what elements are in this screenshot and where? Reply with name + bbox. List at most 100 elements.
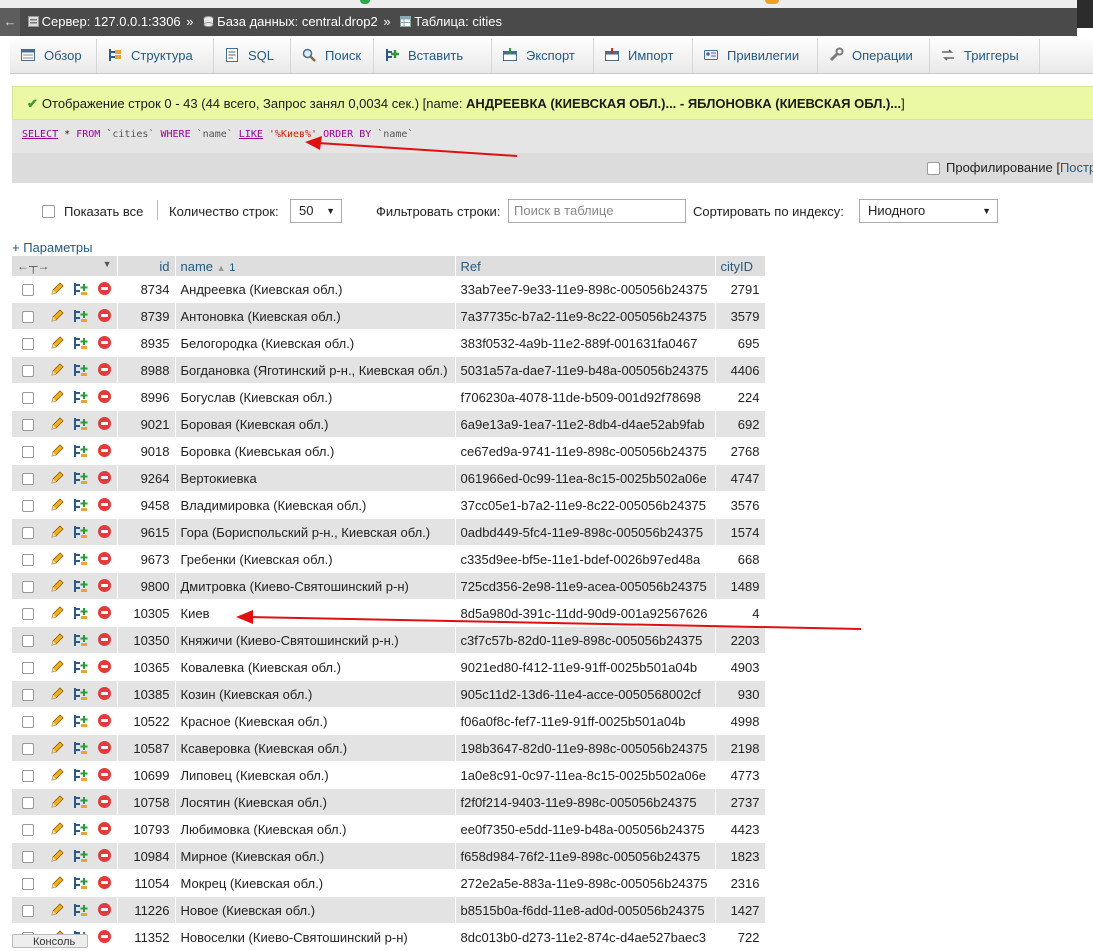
column-header-id[interactable]: id [117,256,176,276]
table-row[interactable]: 8996 Богуслав (Киевская обл.) f706230a-407… [12,383,766,411]
profiling-link[interactable]: Постр [1060,160,1093,175]
sql-keyword[interactable]: LIKE [239,129,263,140]
delete-row-icon[interactable] [98,714,111,727]
cell-ref[interactable]: 33ab7ee7-9e33-11e9-898c-005056b24375 [455,276,716,303]
cell-id[interactable]: 9615 [117,518,176,546]
cell-ref[interactable]: 9021ed80-f412-11e9-91ff-0025b501a04b [455,653,716,681]
table-row[interactable]: 10350 Княжичи (Киево-Святошинский р-н.) c3… [12,626,766,654]
tab-browse[interactable]: Обзор [10,39,97,73]
table-row[interactable]: 10793 Любимовка (Киевская обл.) ee0f7350-e… [12,815,766,843]
copy-row-icon[interactable] [73,822,89,836]
cell-ref[interactable]: f706230a-4078-11de-b509-001d92f78698 [455,383,716,411]
edit-pencil-icon[interactable] [49,767,65,783]
edit-pencil-icon[interactable] [49,308,65,324]
edit-pencil-icon[interactable] [49,740,65,756]
cell-name[interactable]: Козин (Киевская обл.) [175,680,456,708]
copy-row-icon[interactable] [73,579,89,593]
cell-name[interactable]: Княжичи (Киево-Святошинский р-н.) [175,626,456,654]
row-checkbox[interactable] [22,824,34,836]
row-checkbox[interactable] [22,662,34,674]
copy-row-icon[interactable] [73,849,89,863]
cell-name[interactable]: Новоселки (Киево-Святошинский р-н) [175,923,456,951]
cell-ref[interactable]: ce67ed9a-9741-11e9-898c-005056b24375 [455,437,716,465]
cell-ref[interactable]: 383f0532-4a9b-11e2-889f-001631fa0467 [455,329,716,357]
cell-ref[interactable]: f2f0f214-9403-11e9-898c-005056b24375 [455,788,716,816]
cell-name[interactable]: Боровка (Киевськая обл.) [175,437,456,465]
delete-row-icon[interactable] [98,309,111,322]
copy-row-icon[interactable] [73,660,89,674]
row-checkbox[interactable] [22,527,34,539]
edit-pencil-icon[interactable] [49,416,65,432]
row-checkbox[interactable] [22,473,34,485]
copy-row-icon[interactable] [73,768,89,782]
table-row[interactable]: 10984 Мирное (Киевская обл.) f658d984-76f2… [12,842,766,870]
table-row[interactable]: 10305 Киев 8d5a980d-391c-11dd-90d9-001a925… [12,599,766,627]
table-row[interactable]: 9458 Владимировка (Киевская обл.) 37cc05e1… [12,491,766,519]
column-resize-handle[interactable]: ←┬→ ▼ [12,256,118,276]
row-checkbox[interactable] [22,716,34,728]
delete-row-icon[interactable] [98,417,111,430]
tab-export[interactable]: Экспорт [492,39,594,73]
sql-query[interactable]: SELECT * FROM `cities` WHERE `name` LIKE… [12,120,1093,153]
table-row[interactable]: 10758 Лосятин (Киевская обл.) f2f0f214-940… [12,788,766,816]
cell-cityid[interactable]: 4903 [715,653,766,681]
cell-cityid[interactable]: 2316 [715,869,766,897]
row-checkbox[interactable] [22,365,34,377]
table-row[interactable]: 9800 Дмитровка (Киево-Святошинский р-н) 72… [12,572,766,600]
cell-id[interactable]: 10793 [117,815,176,843]
table-row[interactable]: 11352 Новоселки (Киево-Святошинский р-н) 8… [12,923,766,951]
cell-cityid[interactable]: 2768 [715,437,766,465]
cell-id[interactable]: 10699 [117,761,176,789]
cell-cityid[interactable]: 4406 [715,356,766,384]
cell-name[interactable]: Богдановка (Яготинский р-н., Киевская об… [175,356,456,384]
sql-keyword[interactable]: SELECT [22,129,58,140]
table-row[interactable]: 9673 Гребенки (Киевская обл.) c335d9ee-bf5… [12,545,766,573]
cell-id[interactable]: 9021 [117,410,176,438]
delete-row-icon[interactable] [98,579,111,592]
cell-id[interactable]: 8739 [117,302,176,330]
delete-row-icon[interactable] [98,444,111,457]
tab-import[interactable]: Импорт [594,39,693,73]
edit-pencil-icon[interactable] [49,659,65,675]
cell-name[interactable]: Новое (Киевская обл.) [175,896,456,924]
copy-row-icon[interactable] [73,390,89,404]
table-row[interactable]: 10522 Красное (Киевская обл.) f06a0f8c-fef… [12,707,766,735]
copy-row-icon[interactable] [73,471,89,485]
cell-name[interactable]: Лосятин (Киевская обл.) [175,788,456,816]
delete-row-icon[interactable] [98,822,111,835]
row-checkbox[interactable] [22,608,34,620]
cell-name[interactable]: Мокрец (Киевская обл.) [175,869,456,897]
filter-input[interactable]: Поиск в таблице [508,199,686,223]
cell-name[interactable]: Гора (Бориспольский р-н., Киевская обл.) [175,518,456,546]
delete-row-icon[interactable] [98,606,111,619]
table-row[interactable]: 10699 Липовец (Киевская обл.) 1a0e8c91-0c9… [12,761,766,789]
cell-id[interactable]: 8734 [117,276,176,303]
row-checkbox[interactable] [22,851,34,863]
delete-row-icon[interactable] [98,660,111,673]
cell-ref[interactable]: 6a9e13a9-1ea7-11e2-8db4-d4ae52ab9fab [455,410,716,438]
cell-id[interactable]: 9673 [117,545,176,573]
console-button[interactable]: Консоль [12,934,88,948]
table-row[interactable]: 8734 Андреевка (Киевская обл.) 33ab7ee7-9e… [12,276,766,303]
cell-cityid[interactable]: 2737 [715,788,766,816]
delete-row-icon[interactable] [98,930,111,943]
copy-row-icon[interactable] [73,876,89,890]
cell-id[interactable]: 9800 [117,572,176,600]
tab-sql[interactable]: SQL [214,39,291,73]
row-checkbox[interactable] [22,581,34,593]
column-header-ref[interactable]: Ref [455,256,716,276]
tab-insert[interactable]: Вставить [374,39,492,73]
row-checkbox[interactable] [22,392,34,404]
edit-pencil-icon[interactable] [49,362,65,378]
cell-id[interactable]: 10522 [117,707,176,735]
edit-pencil-icon[interactable] [49,389,65,405]
cell-name[interactable]: Ковалевка (Киевская обл.) [175,653,456,681]
edit-pencil-icon[interactable] [49,632,65,648]
copy-row-icon[interactable] [73,309,89,323]
delete-row-icon[interactable] [98,768,111,781]
cell-name[interactable]: Любимовка (Киевская обл.) [175,815,456,843]
tab-structure[interactable]: Структура [97,39,214,73]
row-checkbox[interactable] [22,500,34,512]
copy-row-icon[interactable] [73,633,89,647]
edit-pencil-icon[interactable] [49,524,65,540]
